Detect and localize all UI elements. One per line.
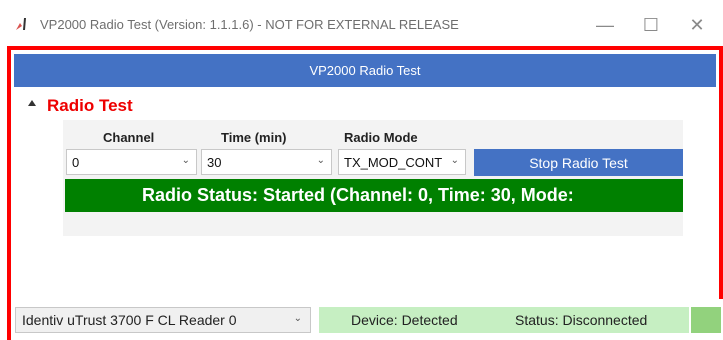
chevron-down-icon: ⌄ xyxy=(450,155,459,166)
title-bar: VP2000 Radio Test (Version: 1.1.1.6) - N… xyxy=(0,0,723,46)
device-status-box: Device: Detected Status: Disconnected xyxy=(319,307,689,333)
radio-status-text: Radio Status: Started (Channel: 0, Time:… xyxy=(142,185,574,205)
radio-mode-select[interactable]: TX_MOD_CONT ⌄ xyxy=(338,149,466,175)
section-title: Radio Test xyxy=(47,96,133,115)
collapse-triangle-icon[interactable] xyxy=(28,100,36,106)
app-frame: VP2000 Radio Test Radio Test Channel Tim… xyxy=(7,46,723,340)
header-title: VP2000 Radio Test xyxy=(309,63,421,78)
channel-select[interactable]: 0 ⌄ xyxy=(66,149,197,175)
minimize-button[interactable]: — xyxy=(582,8,628,42)
chevron-down-icon: ⌄ xyxy=(316,155,325,166)
radio-status-banner: Radio Status: Started (Channel: 0, Time:… xyxy=(65,179,683,212)
status-indicator xyxy=(691,307,721,333)
channel-value: 0 xyxy=(72,154,80,170)
device-status: Device: Detected xyxy=(351,312,458,328)
time-label: Time (min) xyxy=(221,130,287,145)
window-title: VP2000 Radio Test (Version: 1.1.1.6) - N… xyxy=(40,17,459,32)
time-select[interactable]: 30 ⌄ xyxy=(201,149,332,175)
header-bar: VP2000 Radio Test xyxy=(14,54,716,87)
time-value: 30 xyxy=(207,154,222,170)
close-button[interactable]: ✕ xyxy=(674,8,720,42)
reader-select[interactable]: Identiv uTrust 3700 F CL Reader 0 ⌄ xyxy=(15,307,311,333)
chevron-down-icon: ⌄ xyxy=(181,155,190,166)
app-logo-icon xyxy=(16,18,26,30)
chevron-down-icon: ⌄ xyxy=(293,313,302,324)
connection-status: Status: Disconnected xyxy=(515,312,648,328)
stop-radio-test-button[interactable]: Stop Radio Test xyxy=(474,149,683,176)
maximize-button[interactable]: ☐ xyxy=(628,8,674,42)
radio-mode-label: Radio Mode xyxy=(344,130,418,145)
reader-value: Identiv uTrust 3700 F CL Reader 0 xyxy=(22,312,237,328)
radio-mode-value: TX_MOD_CONT xyxy=(344,154,443,170)
status-bar: Identiv uTrust 3700 F CL Reader 0 ⌄ Devi… xyxy=(11,299,723,340)
channel-label: Channel xyxy=(103,130,155,145)
